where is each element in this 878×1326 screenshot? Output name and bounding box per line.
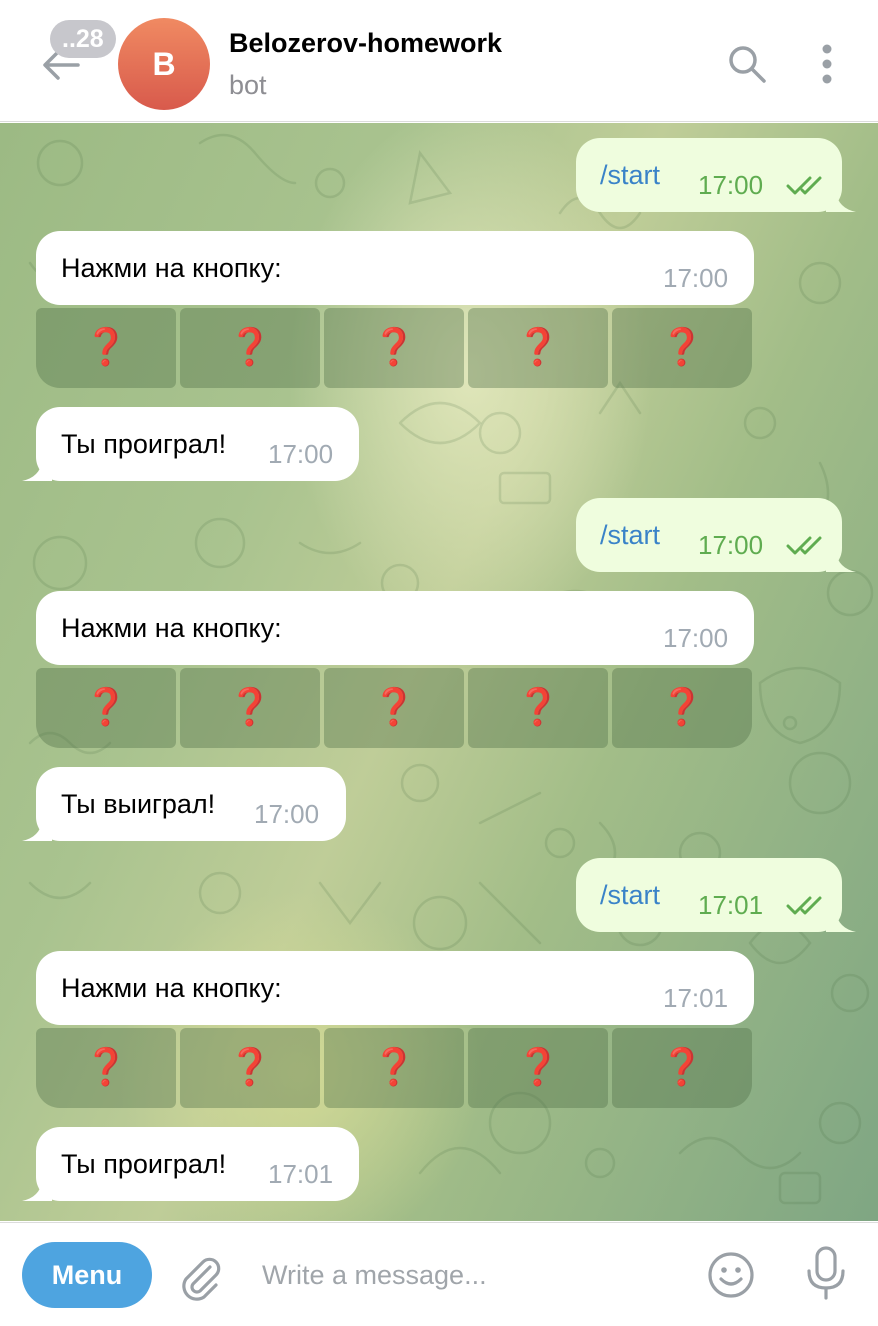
- outgoing-message[interactable]: /start 17:00: [576, 498, 842, 572]
- incoming-message: Нажми на кнопку: 17:00: [36, 591, 754, 665]
- message-time: 17:01: [663, 983, 729, 1013]
- message-text: Ты проиграл!: [61, 1149, 227, 1179]
- message-time: 17:01: [268, 1159, 334, 1189]
- outgoing-message[interactable]: /start 17:01: [576, 858, 842, 932]
- incoming-message: Нажми на кнопку: 17:01: [36, 951, 754, 1025]
- inline-button-4[interactable]: ❓: [468, 308, 608, 388]
- paperclip-icon[interactable]: [176, 1253, 224, 1301]
- avatar[interactable]: B: [118, 18, 210, 110]
- inline-button-1[interactable]: ❓: [36, 1028, 176, 1108]
- inline-button-5[interactable]: ❓: [612, 1028, 752, 1108]
- inline-button-1[interactable]: ❓: [36, 668, 176, 748]
- bubble-tail: [826, 192, 856, 212]
- bubble-tail: [22, 821, 52, 841]
- incoming-message: Ты выиграл! 17:00: [36, 767, 346, 841]
- inline-button-2[interactable]: ❓: [180, 668, 320, 748]
- message-time: 17:00: [698, 170, 764, 200]
- message-time: 17:00: [663, 263, 729, 293]
- command-link[interactable]: /start: [600, 880, 660, 911]
- inline-keyboard: ❓ ❓ ❓ ❓ ❓: [36, 668, 754, 748]
- bot-menu-button[interactable]: Menu: [22, 1242, 152, 1308]
- chat-title[interactable]: Belozerov-homework: [229, 28, 502, 59]
- inline-keyboard: ❓ ❓ ❓ ❓ ❓: [36, 308, 754, 388]
- chat-subtitle: bot: [229, 70, 267, 100]
- double-check-icon: [786, 536, 822, 555]
- inline-keyboard: ❓ ❓ ❓ ❓ ❓: [36, 1028, 754, 1108]
- inline-button-2[interactable]: ❓: [180, 308, 320, 388]
- message-text: Нажми на кнопку:: [61, 253, 282, 283]
- chat-messages-area[interactable]: /start 17:00 Нажми на кнопку: 17:00 ❓ ❓ …: [0, 123, 878, 1221]
- double-check-icon: [786, 176, 822, 195]
- more-vertical-icon[interactable]: [810, 42, 844, 86]
- message-time: 17:00: [663, 623, 729, 653]
- message-time: 17:00: [698, 530, 764, 560]
- message-time: 17:01: [698, 890, 764, 920]
- incoming-message: Ты проиграл! 17:00: [36, 407, 359, 481]
- message-input[interactable]: [262, 1249, 682, 1301]
- chat-header: ..28 B Belozerov-homework bot: [0, 0, 878, 122]
- double-check-icon: [786, 896, 822, 915]
- incoming-message: Нажми на кнопку: 17:00: [36, 231, 754, 305]
- inline-button-5[interactable]: ❓: [612, 668, 752, 748]
- microphone-icon[interactable]: [804, 1245, 848, 1301]
- emoji-icon[interactable]: [706, 1250, 756, 1300]
- message-composer: Menu: [0, 1222, 878, 1326]
- inline-button-4[interactable]: ❓: [468, 668, 608, 748]
- outgoing-message[interactable]: /start 17:00: [576, 138, 842, 212]
- inline-button-3[interactable]: ❓: [324, 308, 464, 388]
- command-link[interactable]: /start: [600, 520, 660, 551]
- message-text: Ты выиграл!: [61, 789, 216, 819]
- inline-button-5[interactable]: ❓: [612, 308, 752, 388]
- unread-count-badge[interactable]: ..28: [50, 20, 116, 58]
- incoming-message: Ты проиграл! 17:01: [36, 1127, 359, 1201]
- message-text: Нажми на кнопку:: [61, 613, 282, 643]
- message-text: Нажми на кнопку:: [61, 973, 282, 1003]
- search-icon[interactable]: [726, 43, 768, 85]
- inline-button-3[interactable]: ❓: [324, 1028, 464, 1108]
- inline-button-2[interactable]: ❓: [180, 1028, 320, 1108]
- bubble-tail: [22, 461, 52, 481]
- bubble-tail: [826, 912, 856, 932]
- message-text: Ты проиграл!: [61, 429, 227, 459]
- command-link[interactable]: /start: [600, 160, 660, 191]
- message-time: 17:00: [268, 439, 334, 469]
- bubble-tail: [826, 552, 856, 572]
- message-time: 17:00: [254, 799, 320, 829]
- inline-button-3[interactable]: ❓: [324, 668, 464, 748]
- inline-button-4[interactable]: ❓: [468, 1028, 608, 1108]
- bubble-tail: [22, 1181, 52, 1201]
- inline-button-1[interactable]: ❓: [36, 308, 176, 388]
